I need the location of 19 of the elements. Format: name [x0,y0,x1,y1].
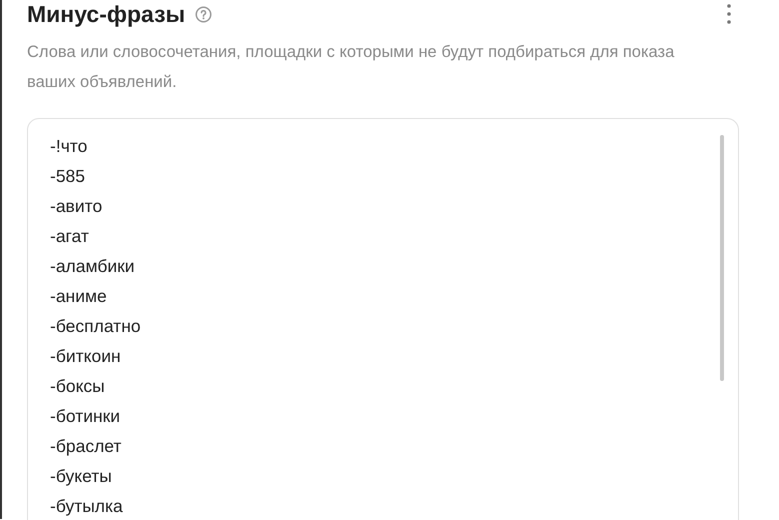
phrase-line: -букеты [50,465,113,488]
help-icon[interactable] [195,6,212,22]
phrase-line: -боксы [50,375,106,398]
phrase-line: -585 [50,165,86,188]
section-description: Слова или словосочетания, площадки с которыми не будут подбираться для показа ваших объявлений. [27,42,676,93]
more-menu-icon[interactable] [727,4,731,24]
section-title: Минус-фразы [27,0,186,28]
phrase-line: -биткоин [50,345,122,368]
phrase-line: -авито [50,195,104,218]
phrase-line: -бесплатно [50,315,142,338]
phrase-line: -бутылка [50,495,124,518]
phrase-line: -ботинки [50,405,122,428]
scrollbar[interactable] [720,135,724,381]
phrase-line: -агат [50,225,90,248]
phrase-line: -браслет [50,435,122,458]
phrases-field[interactable]: -!что -585 -авито -агат -аламбики -аниме -бесплатно -биткоин -боксы -ботинки -браслет -букеты -бутылка [27,118,739,520]
phrase-line: -аламбики [50,255,136,278]
phrase-line: -!что [50,135,88,158]
phrase-line: -аниме [50,285,108,308]
